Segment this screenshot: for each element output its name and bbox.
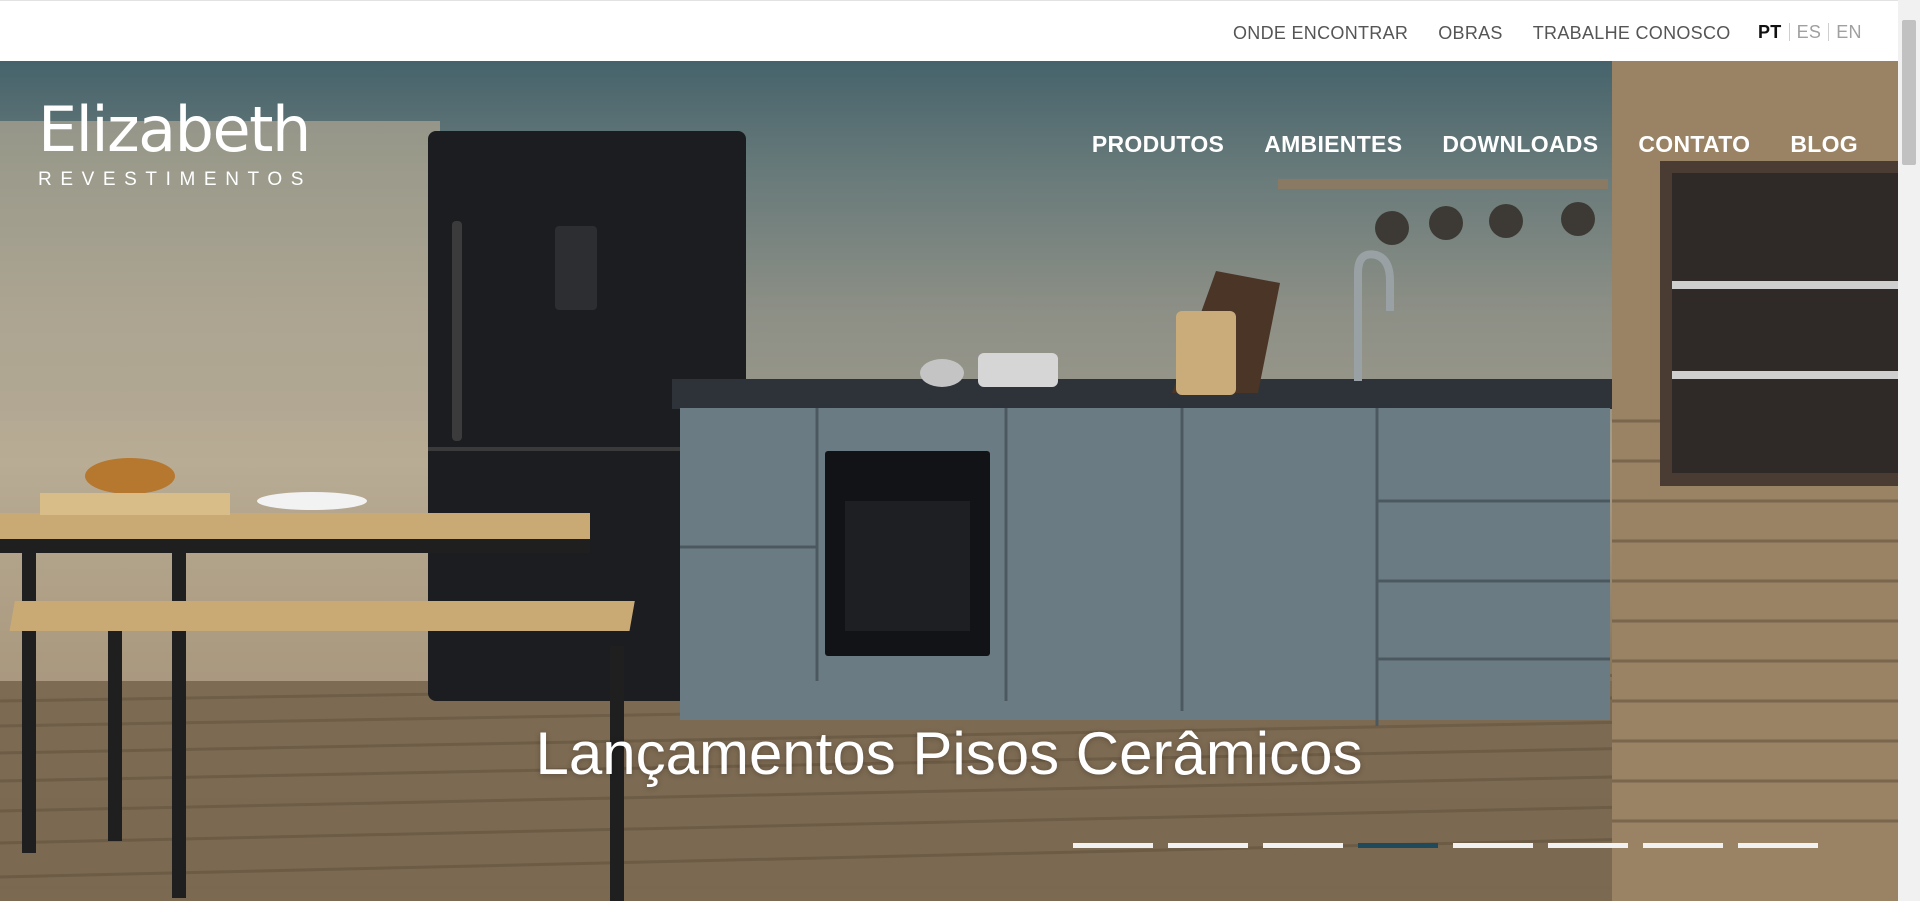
lang-pt[interactable]: PT — [1758, 23, 1789, 41]
slider-dot-3[interactable] — [1263, 843, 1343, 848]
nav-produtos[interactable]: PRODUTOS — [1092, 131, 1224, 158]
lang-es[interactable]: ES — [1788, 23, 1829, 41]
slider-dot-2[interactable] — [1168, 843, 1248, 848]
brand-tagline: REVESTIMENTOS — [38, 169, 313, 190]
link-trabalhe-conosco[interactable]: TRABALHE CONOSCO — [1533, 23, 1731, 44]
slider-dot-6[interactable] — [1548, 843, 1628, 848]
nav-blog[interactable]: BLOG — [1790, 131, 1858, 158]
slider-dot-5[interactable] — [1453, 843, 1533, 848]
slider-dot-1[interactable] — [1073, 843, 1153, 848]
nav-contato[interactable]: CONTATO — [1638, 131, 1750, 158]
lang-en[interactable]: EN — [1828, 23, 1869, 41]
utility-links: ONDE ENCONTRAR OBRAS TRABALHE CONOSCO — [1233, 23, 1731, 44]
scrollbar-thumb[interactable] — [1902, 20, 1916, 165]
slider-dot-8[interactable] — [1738, 843, 1818, 848]
slider-dot-4[interactable] — [1358, 843, 1438, 848]
main-nav: PRODUTOS AMBIENTES DOWNLOADS CONTATO BLO… — [1092, 131, 1858, 158]
page-scrollbar[interactable] — [1898, 0, 1920, 901]
nav-downloads[interactable]: DOWNLOADS — [1442, 131, 1598, 158]
brand-logo[interactable]: Elizabeth REVESTIMENTOS — [38, 99, 312, 191]
link-obras[interactable]: OBRAS — [1438, 23, 1503, 44]
link-onde-encontrar[interactable]: ONDE ENCONTRAR — [1233, 23, 1408, 44]
language-switcher: PT ES EN — [1758, 23, 1869, 41]
nav-ambientes[interactable]: AMBIENTES — [1264, 131, 1402, 158]
utility-bar: ONDE ENCONTRAR OBRAS TRABALHE CONOSCO PT… — [0, 0, 1898, 61]
hero-headline[interactable]: Lançamentos Pisos Cerâmicos — [0, 719, 1898, 788]
brand-name: Elizabeth — [38, 93, 311, 166]
slider-dot-7[interactable] — [1643, 843, 1723, 848]
hero-banner: Elizabeth REVESTIMENTOS PRODUTOS AMBIENT… — [0, 61, 1898, 901]
slider-pagination — [1073, 843, 1818, 848]
